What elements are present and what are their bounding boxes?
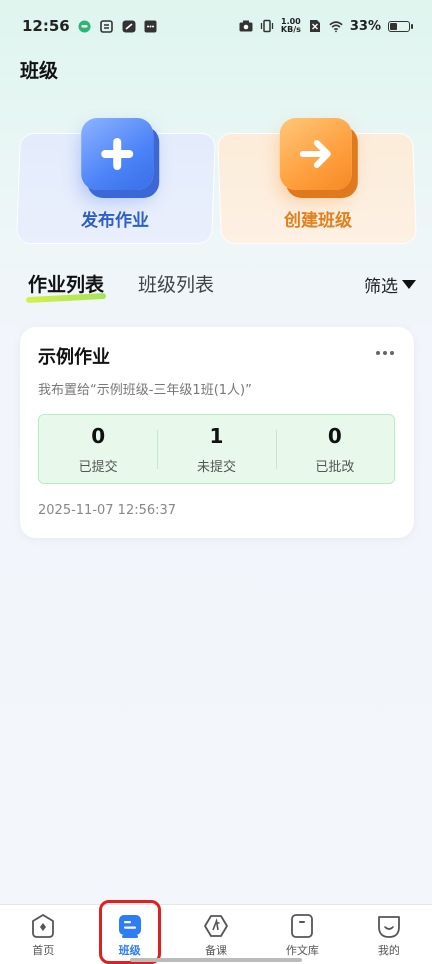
camera-icon: [239, 19, 253, 33]
create-class-card[interactable]: 创建班级: [217, 118, 417, 244]
chat-notification-icon: [78, 19, 92, 33]
dropdown-triangle-icon: [402, 280, 416, 289]
more-options-icon[interactable]: [376, 351, 394, 355]
nav-item-home[interactable]: 首页: [0, 905, 86, 964]
tab-class-list[interactable]: 班级列表: [138, 270, 214, 297]
prepare-lesson-icon: [203, 913, 229, 939]
tab-homework-list[interactable]: 作业列表: [25, 270, 107, 304]
homework-stats: 0 已提交 1 未提交 0 已批改: [38, 414, 395, 484]
home-indicator[interactable]: [130, 958, 302, 962]
class-icon: [117, 913, 143, 939]
network-speed-unit: KB/s: [280, 25, 301, 34]
nav-item-prepare-lesson[interactable]: 备课: [173, 905, 259, 964]
stat-graded-label: 已批改: [315, 459, 355, 475]
create-class-label: 创建班级: [284, 211, 353, 231]
battery-icon: [388, 20, 413, 32]
homework-title: 示例作业: [38, 347, 110, 368]
sim-off-icon: [308, 19, 322, 33]
nav-label-home: 首页: [32, 944, 55, 957]
nav-label-prepare-lesson: 备课: [205, 944, 228, 957]
stat-not-submitted-label: 未提交: [196, 459, 236, 475]
bottom-nav: 首页 班级 备课 作文库 我的: [0, 904, 432, 964]
stat-submitted[interactable]: 0 已提交: [39, 424, 157, 475]
battery-fill: [390, 22, 397, 30]
nav-label-profile: 我的: [377, 944, 400, 957]
home-icon: [30, 913, 56, 939]
profile-icon: [376, 913, 402, 939]
homework-timestamp: 2025-11-07 12:56:37: [38, 503, 177, 518]
nav-item-profile[interactable]: 我的: [346, 905, 432, 964]
arrow-right-icon: [279, 118, 352, 190]
vibrate-icon: [260, 19, 274, 33]
battery-percent: 33%: [349, 18, 381, 34]
network-speed: 1.00 KB/s: [281, 18, 301, 34]
publish-homework-label: 发布作业: [80, 211, 149, 231]
message-notification-icon: [144, 19, 158, 33]
filter-button[interactable]: 筛选: [364, 272, 416, 297]
app-notification-icon: [100, 19, 114, 33]
plus-icon: [81, 118, 154, 190]
nav-item-class[interactable]: 班级: [86, 905, 172, 964]
wifi-icon: [329, 19, 343, 33]
tab-homework-list-label: 作业列表: [28, 274, 105, 296]
tab-class-list-label: 班级列表: [138, 274, 215, 296]
nav-label-essay-library: 作文库: [285, 944, 319, 957]
homework-card[interactable]: 示例作业 我布置给“示例班级-三年级1班(1人)” 0 已提交 1 未提交 0 …: [20, 327, 414, 538]
essay-library-icon: [289, 913, 315, 939]
nav-item-essay-library[interactable]: 作文库: [259, 905, 345, 964]
stat-graded-value: 0: [327, 423, 342, 448]
list-tabs: 作业列表 班级列表: [25, 270, 214, 304]
homework-assignee: 我布置给“示例班级-三年级1班(1人)”: [38, 383, 252, 398]
stat-not-submitted[interactable]: 1 未提交: [157, 424, 275, 475]
nav-label-class: 班级: [118, 944, 141, 957]
publish-homework-card[interactable]: 发布作业: [16, 118, 216, 244]
filter-label: 筛选: [364, 277, 398, 297]
status-bar: 12:56 1.00 KB/s 33%: [0, 0, 432, 52]
stat-not-submitted-value: 1: [209, 423, 224, 448]
stat-graded[interactable]: 0 已批改: [275, 423, 394, 475]
stat-submitted-label: 已提交: [78, 459, 118, 475]
page-title: 班级: [20, 60, 59, 82]
stat-submitted-value: 0: [91, 423, 106, 448]
link-notification-icon: [122, 19, 136, 33]
status-time: 12:56: [22, 17, 70, 35]
